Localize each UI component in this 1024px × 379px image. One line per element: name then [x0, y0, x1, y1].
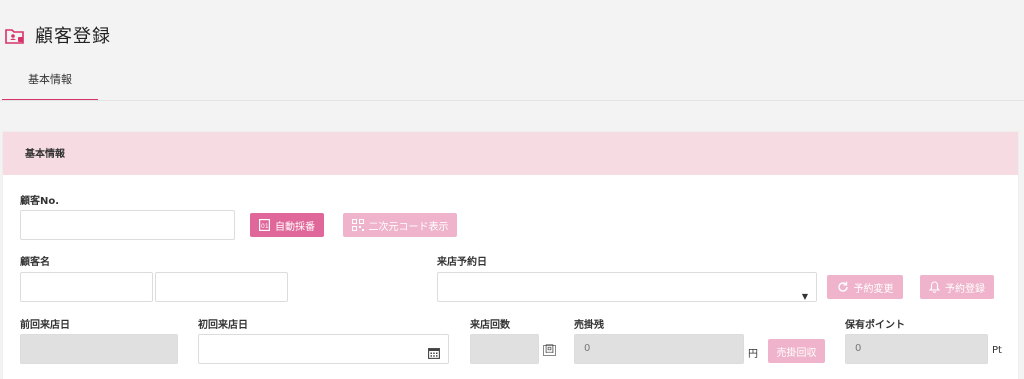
auto-number-label: 自動採番 — [275, 221, 315, 233]
visit-count-label: 来店回数 — [470, 320, 510, 331]
tab-basic-info[interactable]: 基本情報 — [2, 65, 98, 101]
reservation-date-select[interactable]: ▼ — [437, 272, 817, 302]
panel-title: 基本情報 — [3, 132, 1018, 175]
page-title: 顧客登録 — [35, 26, 111, 47]
last-visit-label: 前回来店日 — [20, 320, 70, 331]
visit-count-field — [470, 334, 539, 364]
dropdown-arrow-icon: ▼ — [801, 292, 808, 301]
receivable-label: 売掛残 — [574, 320, 604, 331]
refresh-icon — [837, 281, 848, 292]
change-reservation-button[interactable]: 予約変更 — [827, 275, 903, 299]
qr-code-label: 二次元コード表示 — [368, 221, 449, 233]
points-field: 0 — [845, 334, 988, 364]
register-reservation-label: 予約登録 — [945, 283, 985, 295]
collect-receivable-button[interactable]: 売掛回収 — [768, 339, 825, 363]
collect-receivable-label: 売掛回収 — [776, 347, 817, 359]
customer-first-name-input[interactable] — [155, 272, 288, 302]
change-reservation-label: 予約変更 — [853, 283, 894, 295]
qr-code-icon — [351, 219, 364, 231]
customer-name-label: 顧客名 — [20, 257, 50, 268]
qr-code-button[interactable]: 二次元コード表示 — [343, 213, 457, 237]
auto-number-button[interactable]: 01 自動採番 — [250, 213, 324, 237]
first-visit-label: 初回来店日 — [198, 320, 248, 331]
points-unit: Pt — [992, 345, 1002, 356]
visit-count-unit: 回 — [543, 345, 557, 356]
first-visit-date-input[interactable] — [198, 334, 449, 364]
customer-folder-icon — [5, 27, 25, 45]
receivable-field: 0 — [574, 334, 744, 364]
page-header: 顧客登録 基本情報 — [0, 0, 1024, 101]
divider — [0, 100, 1024, 101]
points-label: 保有ポイント — [845, 320, 905, 331]
customer-no-input[interactable] — [20, 210, 235, 240]
last-visit-field — [20, 334, 178, 364]
calendar-icon[interactable] — [428, 343, 440, 371]
register-reservation-button[interactable]: 予約登録 — [920, 275, 994, 299]
document-number-icon: 01 — [259, 219, 270, 231]
receivable-unit: 円 — [748, 349, 758, 360]
customer-no-label: 顧客No. — [20, 196, 60, 207]
reservation-date-label: 来店予約日 — [437, 257, 487, 268]
svg-text:01: 01 — [261, 223, 269, 230]
bell-icon — [929, 281, 940, 293]
customer-last-name-input[interactable] — [20, 272, 153, 302]
